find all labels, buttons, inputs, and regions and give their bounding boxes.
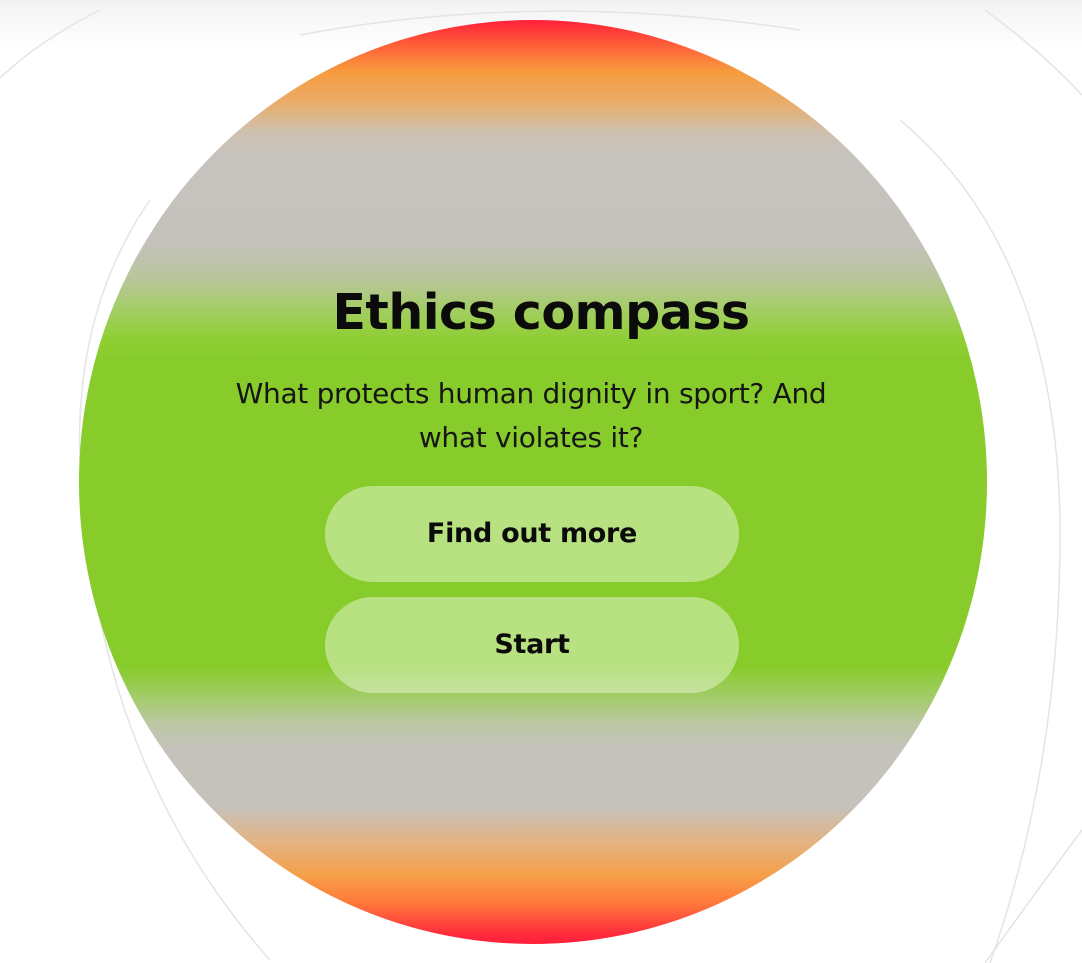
- page-title: Ethics compass: [332, 284, 750, 341]
- start-button[interactable]: Start: [325, 597, 739, 693]
- outline-arc-top-left: [0, 9, 101, 79]
- page-subtitle: What protects human dignity in sport? An…: [235, 377, 827, 454]
- ethics-compass-page: Ethics compass What protects human digni…: [0, 0, 1082, 963]
- compass-circle: [79, 20, 987, 944]
- outline-arc-top-right: [984, 9, 1082, 96]
- find-out-more-button[interactable]: Find out more: [325, 486, 739, 582]
- outline-bottom-right: [984, 829, 1082, 963]
